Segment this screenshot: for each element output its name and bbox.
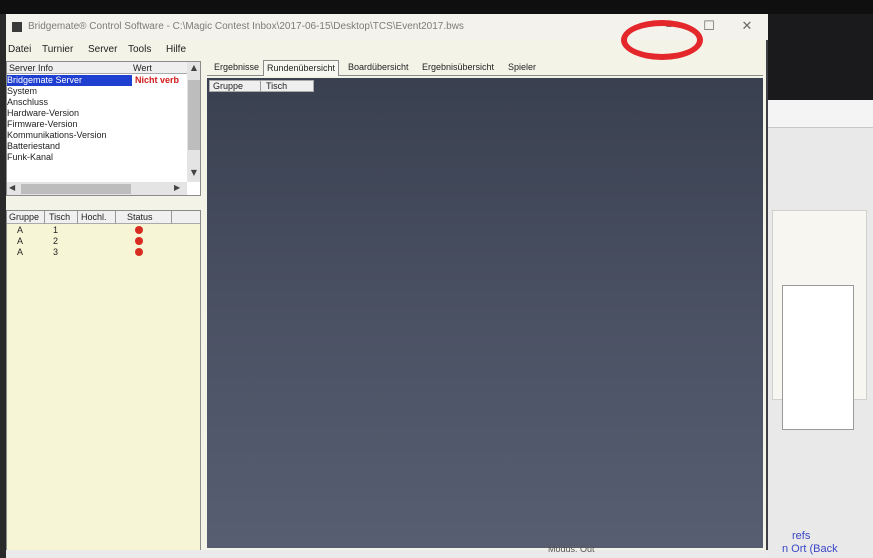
- server-info-row[interactable]: Anschluss: [7, 97, 48, 108]
- server-info-row[interactable]: Firmware-Version: [7, 119, 78, 130]
- server-info-row[interactable]: Kommunikations-Version: [7, 130, 107, 141]
- scroll-down-icon[interactable]: ▼: [187, 168, 200, 177]
- status-bar: [6, 550, 768, 558]
- background-link-1[interactable]: refs: [792, 530, 810, 542]
- menu-server[interactable]: Server: [88, 44, 117, 55]
- tab-rundenuebersicht[interactable]: Rundenübersicht: [263, 60, 340, 76]
- background-window: refs n Ort (Back: [762, 100, 873, 558]
- server-info-row[interactable]: Funk-Kanal: [7, 152, 53, 163]
- row-tisch: 1: [53, 225, 59, 235]
- server-info-row[interactable]: Hardware-Version: [7, 108, 79, 119]
- status-mode: Modus: Out: [548, 544, 595, 554]
- server-info-header: Server Info Wert: [7, 62, 187, 74]
- table-row[interactable]: A 3: [7, 247, 200, 258]
- menu-tools[interactable]: Tools: [128, 44, 151, 55]
- header-tisch[interactable]: Tisch: [266, 81, 287, 91]
- status-red-icon: [135, 248, 143, 256]
- row-tisch: 3: [53, 247, 59, 257]
- rounds-content-area: Gruppe Tisch: [207, 78, 763, 548]
- menu-datei[interactable]: Datei: [8, 44, 31, 55]
- row-gruppe: A: [17, 247, 24, 257]
- photo-top-edge: [0, 0, 873, 14]
- menu-turnier[interactable]: Turnier: [42, 44, 73, 55]
- scroll-thumb[interactable]: [21, 184, 131, 194]
- header-tisch[interactable]: Tisch: [49, 212, 70, 222]
- header-server-info[interactable]: Server Info: [9, 63, 53, 73]
- table-row[interactable]: A 1: [7, 225, 200, 236]
- scroll-left-icon[interactable]: ◀: [9, 183, 15, 192]
- background-window-box: [782, 285, 854, 430]
- tab-spieler[interactable]: Spieler: [505, 60, 539, 76]
- header-hochl[interactable]: Hochl.: [81, 212, 107, 222]
- status-red-icon: [135, 226, 143, 234]
- main-window: Bridgemate® Control Software - C:\Magic …: [6, 14, 768, 558]
- server-info-panel: Server Info Wert Bridgemate Server Nicht…: [6, 61, 201, 196]
- server-value: Nicht verb: [135, 75, 180, 85]
- vertical-scrollbar[interactable]: ▲ ▼: [187, 62, 200, 182]
- server-info-row[interactable]: Batteriestand: [7, 141, 60, 152]
- scroll-thumb[interactable]: [188, 80, 200, 150]
- row-gruppe: A: [17, 225, 24, 235]
- header-gruppe[interactable]: Gruppe: [9, 212, 39, 222]
- header-gruppe[interactable]: Gruppe: [213, 81, 243, 91]
- scroll-up-icon[interactable]: ▲: [187, 63, 200, 72]
- rounds-header: Gruppe Tisch: [209, 80, 314, 92]
- tab-bar: Ergebnisse Rundenübersicht Boardübersich…: [207, 58, 763, 76]
- server-info-row[interactable]: Bridgemate Server: [7, 75, 132, 86]
- status-red-icon: [135, 237, 143, 245]
- row-tisch: 2: [53, 236, 59, 246]
- background-link-2[interactable]: n Ort (Back: [782, 543, 838, 555]
- server-info-row[interactable]: System: [7, 86, 37, 97]
- background-window-header: [762, 100, 873, 128]
- tables-panel: Gruppe Tisch Hochl. Status A 1 A 2 A 3: [6, 210, 201, 555]
- tab-ergebnisuebersicht[interactable]: Ergebnisübersicht: [419, 60, 497, 76]
- scroll-right-icon[interactable]: ▶: [174, 183, 180, 192]
- window-title: Bridgemate® Control Software - C:\Magic …: [28, 21, 464, 32]
- tab-ergebnisse[interactable]: Ergebnisse: [211, 60, 262, 76]
- table-row[interactable]: A 2: [7, 236, 200, 247]
- row-gruppe: A: [17, 236, 24, 246]
- close-icon[interactable]: ✕: [732, 17, 762, 37]
- menu-hilfe[interactable]: Hilfe: [166, 44, 186, 55]
- app-icon: [12, 22, 22, 32]
- tables-header: Gruppe Tisch Hochl. Status: [7, 211, 200, 224]
- header-wert[interactable]: Wert: [133, 63, 152, 73]
- horizontal-scrollbar[interactable]: ◀ ▶: [7, 182, 187, 195]
- tab-boarduebersicht[interactable]: Boardübersicht: [345, 60, 412, 76]
- header-status[interactable]: Status: [127, 212, 153, 222]
